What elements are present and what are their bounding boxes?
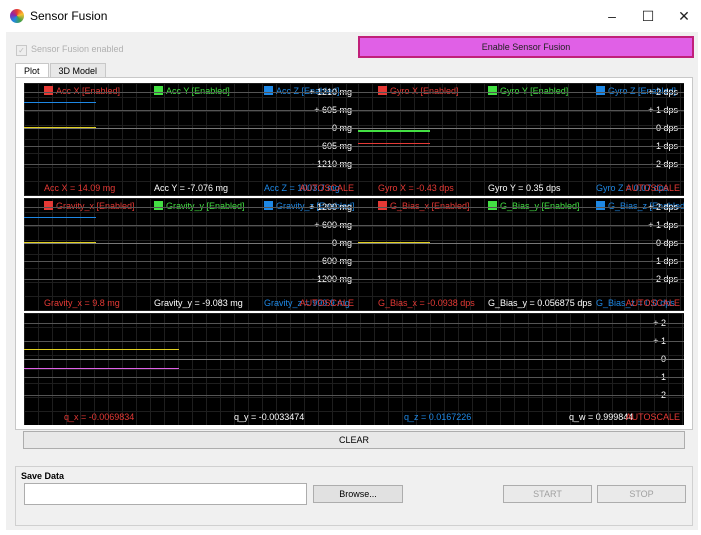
gridline xyxy=(358,279,684,280)
title-bar: Sensor Fusion – ☐ ✕ xyxy=(0,0,701,32)
plot-grid xyxy=(24,198,358,311)
q-x-readout: q_x = -0.0069834 xyxy=(64,412,135,422)
acc-plot: Acc X [Enabled] Acc Y [Enabled] Acc Z [E… xyxy=(24,83,358,196)
gridline xyxy=(358,225,684,226)
sensor-fusion-enabled-checkbox[interactable]: ✓ Sensor Fusion enabled xyxy=(16,44,124,56)
gridline xyxy=(24,323,684,324)
plot-grid xyxy=(24,83,358,196)
gridline xyxy=(24,261,358,262)
gravity-y-readout: Gravity_y = -9.083 mg xyxy=(154,298,243,308)
enable-sensor-fusion-button[interactable]: Enable Sensor Fusion xyxy=(358,36,694,58)
checkbox-label: Sensor Fusion enabled xyxy=(31,44,124,54)
gridline xyxy=(358,110,684,111)
gbias-trace xyxy=(358,242,430,243)
gyro-x-trace xyxy=(358,143,430,144)
legend-acc-y[interactable]: Acc Y [Enabled] xyxy=(154,86,230,96)
gridline xyxy=(24,110,358,111)
plot-grid xyxy=(358,198,684,311)
q-w-readout: q_w = 0.999844 xyxy=(569,412,634,422)
gravity-z-trace xyxy=(24,217,96,218)
browse-button[interactable]: Browse... xyxy=(313,485,403,503)
tab-3d-model[interactable]: 3D Model xyxy=(49,63,107,78)
gridline xyxy=(24,207,358,208)
gravity-plot: Gravity_x [Enabled] Gravity_y [Enabled] … xyxy=(24,198,358,311)
zero-line xyxy=(24,359,684,360)
gridline xyxy=(24,92,358,93)
acc-y-readout: Acc Y = -7.076 mg xyxy=(154,183,228,193)
legend-gbias-x[interactable]: G_Bias_x [Enabled] xyxy=(378,201,470,211)
app-icon xyxy=(10,9,24,23)
gyro-y-trace xyxy=(358,130,430,132)
gyro-plot: Gyro X [Enabled] Gyro Y [Enabled] Gyro Z… xyxy=(358,83,684,196)
plot-tab-content: Acc X [Enabled] Acc Y [Enabled] Acc Z [E… xyxy=(15,77,693,430)
gridline xyxy=(24,279,358,280)
gridline xyxy=(358,164,684,165)
acc-xy-trace xyxy=(24,127,96,128)
acc-x-readout: Acc X = 14.09 mg xyxy=(44,183,116,193)
gridline xyxy=(24,225,358,226)
autoscale-button[interactable]: AUTOSCALE xyxy=(300,298,354,308)
legend-gyro-y[interactable]: Gyro Y [Enabled] xyxy=(488,86,568,96)
q-xyz-trace xyxy=(24,368,179,369)
legend-gravity-y[interactable]: Gravity_y [Enabled] xyxy=(154,201,245,211)
plot-grid xyxy=(24,313,684,425)
q-y-readout: q_y = -0.0033474 xyxy=(234,412,305,422)
gridline xyxy=(358,207,684,208)
gravity-xy-trace xyxy=(24,242,96,243)
maximize-button[interactable]: ☐ xyxy=(630,4,666,28)
gridline xyxy=(24,377,684,378)
legend-gyro-x[interactable]: Gyro X [Enabled] xyxy=(378,86,459,96)
clear-button[interactable]: CLEAR xyxy=(23,431,685,449)
legend-gravity-x[interactable]: Gravity_x [Enabled] xyxy=(44,201,135,211)
zero-line xyxy=(358,243,684,244)
gridline xyxy=(24,395,684,396)
gbias-plot: G_Bias_x [Enabled] G_Bias_y [Enabled] G_… xyxy=(358,198,684,311)
acc-z-trace xyxy=(24,102,96,103)
save-data-group: Save Data Browse... START STOP xyxy=(15,466,693,526)
q-w-trace xyxy=(24,349,179,350)
gridline xyxy=(24,164,358,165)
main-area: ✓ Sensor Fusion enabled Enable Sensor Fus… xyxy=(6,32,698,530)
stop-button[interactable]: STOP xyxy=(597,485,686,503)
save-path-input[interactable] xyxy=(24,483,307,505)
zero-line xyxy=(358,128,684,129)
gridline xyxy=(24,341,684,342)
plot-grid xyxy=(358,83,684,196)
gridline xyxy=(358,146,684,147)
close-button[interactable]: ✕ xyxy=(666,4,701,28)
zero-line xyxy=(24,243,358,244)
save-data-label: Save Data xyxy=(21,471,65,481)
gridline xyxy=(358,261,684,262)
autoscale-button[interactable]: AUTOSCALE xyxy=(300,183,354,193)
start-button[interactable]: START xyxy=(503,485,592,503)
window-title: Sensor Fusion xyxy=(30,9,108,23)
gbias-x-readout: G_Bias_x = -0.0938 dps xyxy=(378,298,475,308)
gravity-x-readout: Gravity_x = 9.8 mg xyxy=(44,298,120,308)
autoscale-button[interactable]: AUTOSCALE xyxy=(626,412,680,422)
minimize-button[interactable]: – xyxy=(594,4,630,28)
q-z-readout: q_z = 0.0167226 xyxy=(404,412,472,422)
zero-line xyxy=(24,128,358,129)
autoscale-button[interactable]: AUTOSCALE xyxy=(626,183,680,193)
gyro-x-readout: Gyro X = -0.43 dps xyxy=(378,183,454,193)
legend-acc-x[interactable]: Acc X [Enabled] xyxy=(44,86,120,96)
gbias-y-readout: G_Bias_y = 0.056875 dps xyxy=(488,298,592,308)
gridline xyxy=(358,92,684,93)
gridline xyxy=(24,146,358,147)
gyro-y-readout: Gyro Y = 0.35 dps xyxy=(488,183,561,193)
autoscale-button[interactable]: AUTOSCALE xyxy=(626,298,680,308)
legend-gbias-y[interactable]: G_Bias_y [Enabled] xyxy=(488,201,580,211)
checkbox-check-icon: ✓ xyxy=(16,45,27,56)
tab-plot[interactable]: Plot xyxy=(15,63,49,78)
quaternion-plot: + 2 + 1 0 - 1 - 2 q_x = -0.0069834 q_y =… xyxy=(24,313,684,425)
